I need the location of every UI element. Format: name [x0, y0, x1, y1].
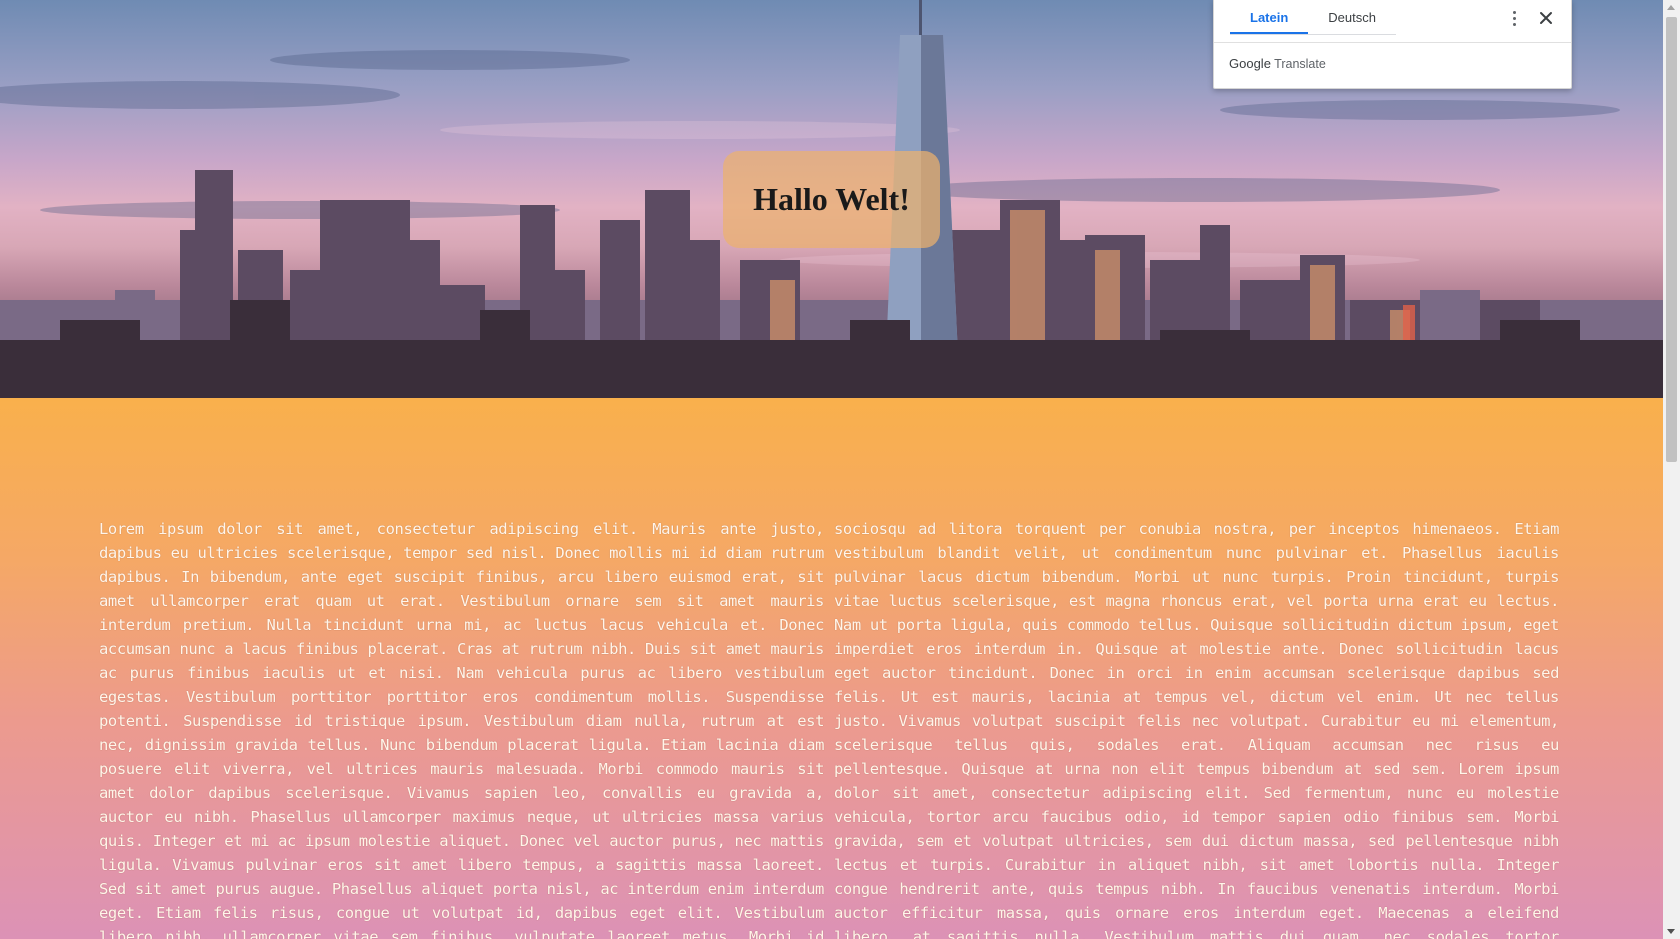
scroll-down-arrow-icon[interactable] — [1667, 929, 1675, 934]
content-section: Lorem ipsum dolor sit amet, consectetur … — [0, 398, 1663, 939]
tab-german[interactable]: Deutsch — [1308, 0, 1396, 34]
text-column-right: sociosqu ad litora torquent per conubia … — [834, 520, 1559, 939]
google-translate-brand: Google Translate — [1229, 56, 1326, 71]
translate-popup: Latein Deutsch Google Translate — [1213, 0, 1572, 89]
text-column-left: Lorem ipsum dolor sit amet, consectetur … — [99, 520, 824, 939]
scroll-up-arrow-icon[interactable] — [1667, 5, 1675, 10]
page: Hallo Welt! Lorem ipsum dolor sit amet, … — [0, 0, 1680, 939]
hero-title: Hallo Welt! — [753, 181, 910, 217]
tab-latin[interactable]: Latein — [1230, 0, 1309, 34]
vertical-scrollbar[interactable] — [1663, 0, 1680, 939]
language-tabs: Latein Deutsch — [1230, 0, 1396, 35]
text-columns: Lorem ipsum dolor sit amet, consectetur … — [99, 517, 1559, 939]
close-button[interactable] — [1534, 6, 1558, 30]
brand-google: Google — [1229, 56, 1271, 71]
brand-translate: Translate — [1274, 57, 1326, 71]
more-vert-icon — [1512, 10, 1516, 14]
close-icon — [1540, 12, 1552, 24]
scroll-thumb[interactable] — [1666, 17, 1677, 462]
more-options-button[interactable] — [1502, 6, 1526, 30]
hero-title-box: Hallo Welt! — [723, 151, 940, 248]
popup-divider — [1214, 42, 1571, 43]
